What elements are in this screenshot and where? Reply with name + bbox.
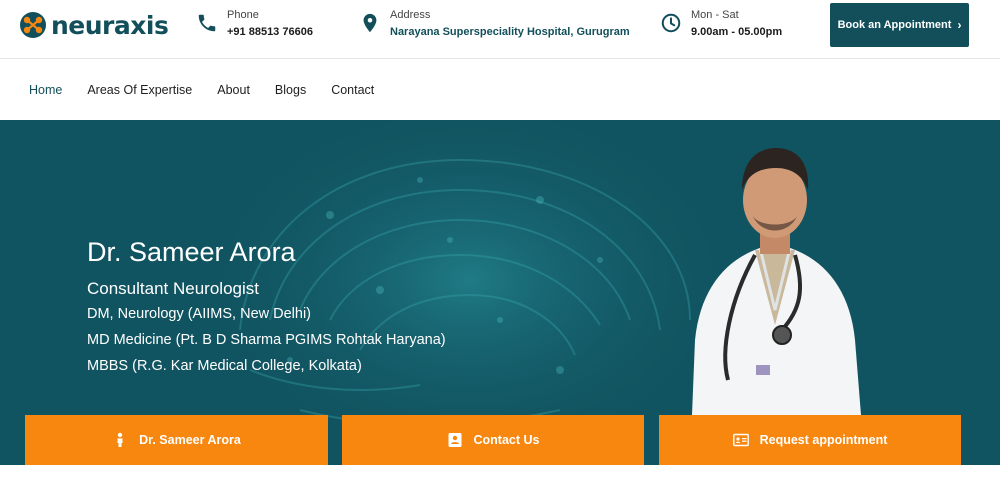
chevron-right-icon: › [957, 18, 962, 32]
address-value[interactable]: Narayana Superspeciality Hospital, Gurug… [390, 22, 630, 42]
nav-item-areas-of-expertise[interactable]: Areas Of Expertise [87, 83, 192, 97]
doctor-title: Consultant Neurologist [87, 279, 259, 298]
contact-us-label: Contact Us [473, 433, 540, 447]
nav-item-blogs[interactable]: Blogs [275, 83, 306, 97]
hero-banner: Dr. Sameer Arora Consultant Neurologist … [0, 120, 1000, 465]
main-nav: Home Areas Of Expertise About Blogs Cont… [0, 60, 1000, 120]
doctor-name-heading: Dr. Sameer Arora [87, 237, 296, 267]
nav-item-about[interactable]: About [217, 83, 250, 97]
phone-label: Phone [227, 9, 259, 21]
nav-item-home[interactable]: Home [29, 83, 62, 97]
hours-label: Mon - Sat [691, 9, 739, 21]
location-pin-icon [363, 13, 377, 33]
nav-item-contact[interactable]: Contact [331, 83, 374, 97]
clock-icon [661, 13, 681, 33]
book-appointment-label: Book an Appointment [837, 19, 952, 31]
qualification-mbbs: MBBS (R.G. Kar Medical College, Kolkata) [87, 358, 362, 374]
person-icon [117, 432, 123, 447]
doctor-profile-button[interactable]: Dr. Sameer Arora [25, 415, 328, 465]
phone-info: Phone +91 88513 76606 [196, 8, 313, 42]
phone-number[interactable]: +91 88513 76606 [227, 22, 313, 42]
hours-info: Mon - Sat 9.00am - 05.00pm [660, 8, 782, 42]
contact-us-button[interactable]: Contact Us [342, 415, 644, 465]
phone-icon [198, 14, 216, 32]
request-appointment-button[interactable]: Request appointment [659, 415, 961, 465]
top-header: neuraxis Phone +91 88513 76606 Address N… [0, 0, 1000, 59]
address-info: Address Narayana Superspeciality Hospita… [359, 8, 630, 42]
qualification-dm: DM, Neurology (AIIMS, New Delhi) [87, 306, 311, 322]
contact-card-icon [448, 433, 461, 447]
id-card-icon [732, 433, 749, 447]
neuraxis-logo-icon [20, 12, 46, 38]
address-label: Address [390, 9, 431, 21]
qualification-md: MD Medicine (Pt. B D Sharma PGIMS Rohtak… [87, 332, 446, 348]
brand-name: neuraxis [51, 10, 169, 40]
book-appointment-button[interactable]: Book an Appointment › [830, 3, 969, 47]
hours-value: 9.00am - 05.00pm [691, 26, 783, 38]
doctor-profile-label: Dr. Sameer Arora [139, 433, 241, 447]
request-appointment-label: Request appointment [759, 433, 888, 447]
brand-logo[interactable]: neuraxis [19, 10, 169, 40]
